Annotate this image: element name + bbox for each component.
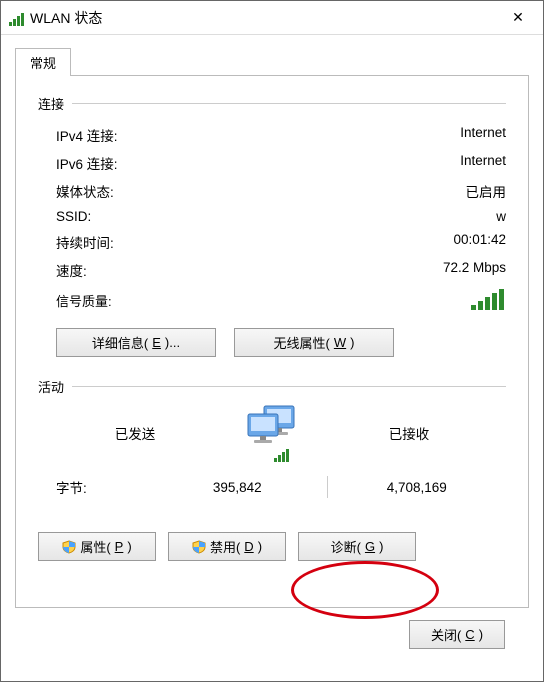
bytes-received-value: 4,708,169 bbox=[328, 480, 507, 495]
divider bbox=[72, 103, 506, 104]
speed-value: 72.2 Mbps bbox=[386, 260, 506, 280]
row-speed: 速度: 72.2 Mbps bbox=[38, 256, 506, 284]
signal-bars-icon bbox=[471, 288, 506, 310]
details-button[interactable]: 详细信息(E)... bbox=[56, 328, 216, 357]
tab-strip: 常规 bbox=[15, 47, 529, 75]
ssid-value: w bbox=[386, 209, 506, 224]
media-label: 媒体状态: bbox=[56, 181, 386, 201]
duration-value: 00:01:42 bbox=[386, 232, 506, 252]
group-activity-title: 活动 bbox=[38, 377, 506, 396]
tab-panel-general: 连接 IPv4 连接: Internet IPv6 连接: Internet 媒… bbox=[15, 75, 529, 608]
duration-label: 持续时间: bbox=[56, 232, 386, 252]
wireless-properties-button[interactable]: 无线属性(W) bbox=[234, 328, 394, 357]
close-icon: ✕ bbox=[512, 9, 524, 26]
group-connection-title: 连接 bbox=[38, 94, 506, 113]
ipv4-label: IPv4 连接: bbox=[56, 125, 386, 145]
row-signal: 信号质量: bbox=[38, 284, 506, 314]
divider bbox=[72, 386, 506, 387]
sent-label: 已发送 bbox=[38, 423, 232, 443]
computers-icon bbox=[244, 404, 300, 450]
row-ipv4: IPv4 连接: Internet bbox=[38, 121, 506, 149]
group-activity-label: 活动 bbox=[38, 377, 64, 396]
signal-label: 信号质量: bbox=[56, 291, 471, 310]
bytes-label: 字节: bbox=[38, 477, 148, 497]
close-button[interactable]: 关闭(C) bbox=[409, 620, 505, 649]
shield-icon bbox=[192, 540, 206, 554]
tab-general[interactable]: 常规 bbox=[15, 48, 71, 76]
speed-label: 速度: bbox=[56, 260, 386, 280]
properties-button[interactable]: 属性(P) bbox=[38, 532, 156, 561]
ipv4-value: Internet bbox=[386, 125, 506, 145]
close-window-button[interactable]: ✕ bbox=[495, 2, 541, 34]
row-ipv6: IPv6 连接: Internet bbox=[38, 149, 506, 177]
bytes-sent-value: 395,842 bbox=[148, 480, 327, 495]
disable-button[interactable]: 禁用(D) bbox=[168, 532, 286, 561]
received-label: 已接收 bbox=[312, 423, 506, 443]
diagnose-button[interactable]: 诊断(G) bbox=[298, 532, 416, 561]
wlan-icon bbox=[9, 10, 24, 26]
ipv6-label: IPv6 连接: bbox=[56, 153, 386, 173]
tab-general-label: 常规 bbox=[30, 56, 56, 71]
titlebar: WLAN 状态 ✕ bbox=[1, 1, 543, 35]
group-connection-label: 连接 bbox=[38, 94, 64, 113]
row-duration: 持续时间: 00:01:42 bbox=[38, 228, 506, 256]
ipv6-value: Internet bbox=[386, 153, 506, 173]
window-title: WLAN 状态 bbox=[30, 8, 495, 28]
bytes-row: 字节: 395,842 4,708,169 bbox=[38, 476, 506, 498]
activity-icon bbox=[232, 404, 312, 462]
shield-icon bbox=[62, 540, 76, 554]
row-ssid: SSID: w bbox=[38, 205, 506, 228]
row-media: 媒体状态: 已启用 bbox=[38, 177, 506, 205]
mini-signal-icon bbox=[274, 448, 289, 462]
ssid-label: SSID: bbox=[56, 209, 386, 224]
media-value: 已启用 bbox=[386, 181, 506, 201]
activity-body: 已发送 bbox=[38, 404, 506, 462]
